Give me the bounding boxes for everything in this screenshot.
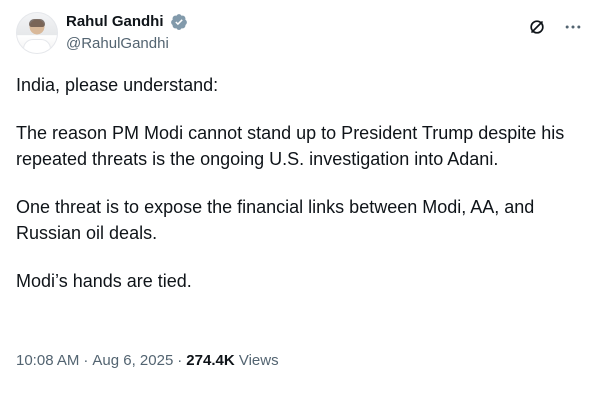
- tweet-paragraph: India, please understand:: [16, 75, 219, 95]
- tweet-paragraph: One threat is to expose the financial li…: [16, 197, 535, 243]
- avatar-shirt: [23, 39, 51, 53]
- avatar[interactable]: [16, 12, 58, 54]
- tweet-text: India, please understand: The reason PM …: [16, 72, 584, 316]
- header-actions: [526, 16, 584, 38]
- views-label[interactable]: Views: [239, 352, 279, 369]
- grok-icon[interactable]: [526, 16, 548, 38]
- tweet-date[interactable]: Aug 6, 2025: [92, 352, 173, 369]
- display-name[interactable]: Rahul Gandhi: [66, 12, 164, 32]
- author-block: Rahul Gandhi @RahulGandhi: [66, 12, 188, 56]
- verified-badge-icon[interactable]: [170, 13, 188, 31]
- tweet-paragraph: The reason PM Modi cannot stand up to Pr…: [16, 123, 565, 169]
- handle[interactable]: @RahulGandhi: [66, 34, 188, 54]
- views-count[interactable]: 274.4K: [186, 352, 234, 369]
- tweet-time[interactable]: 10:08 AM: [16, 352, 79, 369]
- name-row: Rahul Gandhi: [66, 12, 188, 32]
- tweet-meta: 10:08 AM · Aug 6, 2025 · 274.4K Views: [16, 351, 279, 371]
- meta-separator: ·: [83, 352, 89, 369]
- more-icon[interactable]: [562, 16, 584, 38]
- meta-separator: ·: [177, 352, 183, 369]
- tweet-paragraph: Modi’s hands are tied.: [16, 271, 192, 291]
- avatar-hair: [29, 19, 45, 27]
